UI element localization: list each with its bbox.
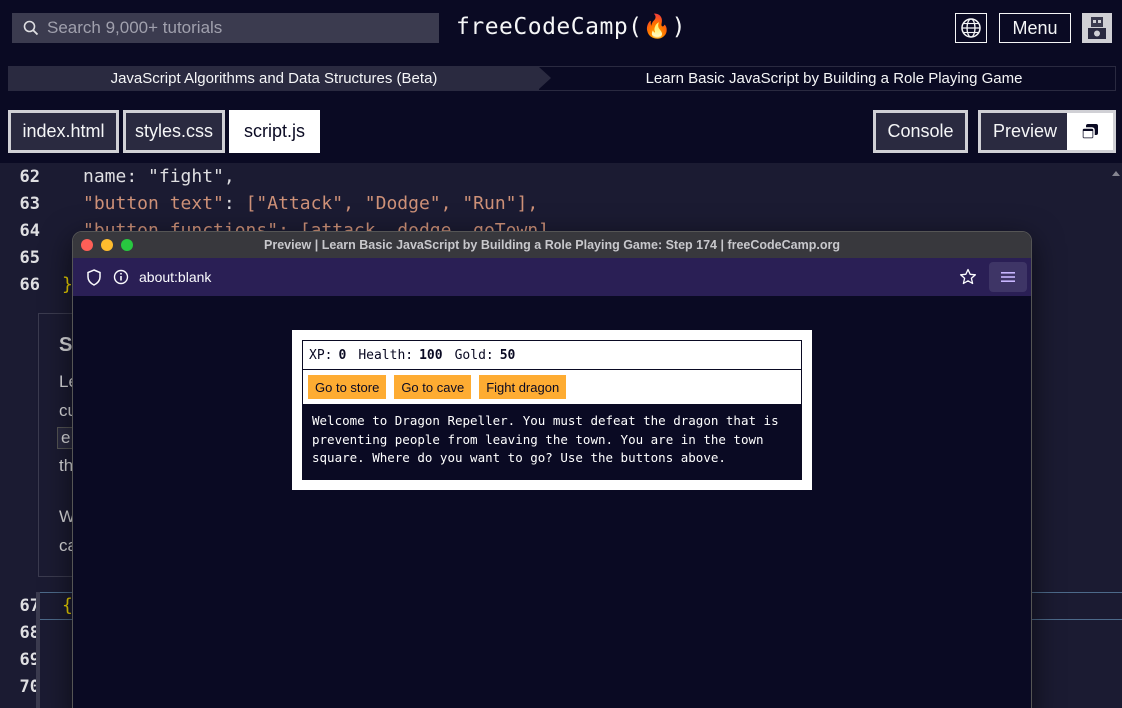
menu-button[interactable]: Menu: [999, 13, 1071, 43]
fight-dragon-button[interactable]: Fight dragon: [479, 375, 567, 399]
preview-popout-button[interactable]: [1067, 113, 1113, 150]
game-text: Welcome to Dragon Repeller. You must def…: [302, 405, 802, 480]
hamburger-icon: [1001, 272, 1015, 282]
tab-script-js[interactable]: script.js: [229, 110, 320, 153]
go-to-store-button[interactable]: Go to store: [308, 375, 387, 399]
user-avatar-icon: [1088, 17, 1106, 39]
breadcrumb: JavaScript Algorithms and Data Structure…: [8, 66, 1116, 91]
scroll-up-arrow-icon[interactable]: [1112, 171, 1120, 176]
code-key: "button text": [83, 193, 224, 214]
browser-menu-button[interactable]: [989, 262, 1027, 292]
health-label: Health:: [358, 347, 414, 363]
code-values: ["Attack", "Dodge", "Run"],: [245, 193, 539, 214]
breadcrumb-project[interactable]: Learn Basic JavaScript by Building a Rol…: [539, 67, 1115, 90]
xp-label: XP:: [309, 347, 333, 363]
logo[interactable]: freeCodeCamp(🔥): [456, 13, 686, 40]
preview-content: XP: 0 Health: 100 Gold: 50 Go to store Go t…: [73, 296, 1031, 708]
close-window-button[interactable]: [81, 239, 93, 251]
maximize-window-button[interactable]: [121, 239, 133, 251]
console-button[interactable]: Console: [873, 110, 968, 153]
search-input[interactable]: [47, 18, 427, 38]
game-stats: XP: 0 Health: 100 Gold: 50: [302, 340, 802, 370]
line-number: 70: [19, 677, 40, 697]
xp-value: 0: [338, 347, 347, 363]
line-number: 65: [19, 248, 40, 268]
shield-icon[interactable]: [86, 269, 102, 286]
editable-region-marker: [36, 592, 40, 708]
window-title: Preview | Learn Basic JavaScript by Buil…: [264, 238, 840, 252]
tab-index-html[interactable]: index.html: [8, 110, 119, 153]
description-heading: S: [59, 334, 73, 356]
search-icon: [23, 20, 39, 36]
health-value: 100: [419, 347, 443, 363]
gold-value: 50: [499, 347, 516, 363]
code-line: name: "fight",: [83, 166, 235, 187]
minimize-window-button[interactable]: [101, 239, 113, 251]
preview-popup-window: Preview | Learn Basic JavaScript by Buil…: [72, 231, 1032, 708]
line-number: 64: [19, 221, 40, 241]
gold-label: Gold:: [454, 347, 494, 363]
info-icon[interactable]: [113, 269, 129, 285]
browser-url-bar: about:blank: [73, 258, 1031, 296]
tab-styles-css[interactable]: styles.css: [123, 110, 225, 153]
preview-button[interactable]: Preview: [978, 110, 1116, 153]
search-bar[interactable]: [12, 13, 439, 43]
avatar[interactable]: [1082, 13, 1112, 43]
line-number: 69: [19, 650, 40, 670]
go-to-cave-button[interactable]: Go to cave: [394, 375, 472, 399]
code-line: "button text": ["Attack", "Dodge", "Run"…: [83, 193, 539, 214]
top-nav: freeCodeCamp(🔥) Menu: [0, 0, 1122, 56]
game-container: XP: 0 Health: 100 Gold: 50 Go to store Go t…: [292, 330, 812, 490]
preview-label: Preview: [993, 121, 1058, 141]
line-number: 63: [19, 194, 40, 214]
window-titlebar[interactable]: Preview | Learn Basic JavaScript by Buil…: [73, 232, 1031, 258]
line-number: 68: [19, 623, 40, 643]
bookmark-star-icon[interactable]: [959, 268, 977, 286]
game-controls: Go to store Go to cave Fight dragon: [302, 370, 802, 405]
url-field[interactable]: about:blank: [139, 269, 211, 285]
breadcrumb-course[interactable]: JavaScript Algorithms and Data Structure…: [9, 67, 551, 90]
language-button[interactable]: [955, 13, 987, 43]
line-number: 67: [19, 596, 40, 616]
globe-icon: [961, 18, 981, 38]
line-number: 62: [19, 167, 40, 187]
popout-window-icon: [1081, 123, 1098, 140]
line-number: 66: [19, 275, 40, 295]
